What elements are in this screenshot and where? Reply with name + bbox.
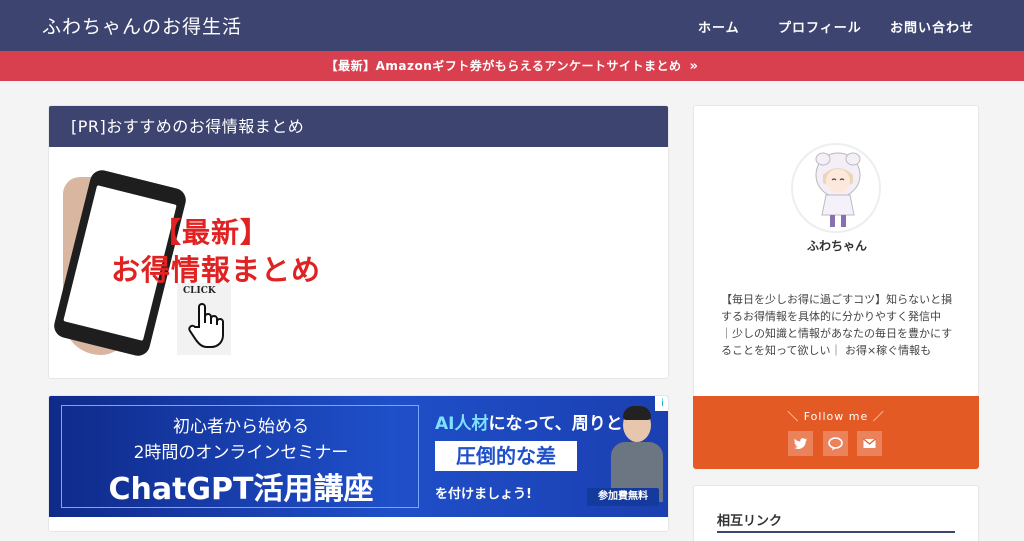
ad-info-icon[interactable]: i — [655, 396, 668, 411]
pointer-hand-icon — [188, 303, 224, 348]
nav-home[interactable]: ホーム — [698, 17, 740, 36]
ad-right-box: 圧倒的な差 — [435, 441, 577, 471]
avatar — [791, 143, 881, 233]
profile-description: 【毎日を少しお得に過ごすコツ】知らないと損するお得情報を具体的に分かりやすく発信… — [721, 293, 953, 357]
line-icon[interactable] — [823, 431, 848, 456]
links-title: 相互リンク — [717, 514, 783, 529]
ad-highlight: AI人材 — [435, 414, 489, 434]
ad-image[interactable]: 初心者から始める 2時間のオンラインセミナー ChatGPT活用講座 AI人材に… — [49, 396, 668, 517]
notice-text[interactable]: 【最新】Amazonギフト券がもらえるアンケートサイトまとめ — [326, 59, 682, 73]
promo-line-1: 【最新】 — [153, 216, 270, 249]
site-header: ふわちゃんのお得生活 ホーム プロフィール お問い合わせ — [0, 0, 1024, 51]
avatar-illustration — [815, 152, 861, 227]
profile-card: ふわちゃん 【毎日を少しお得に過ごすコツ】知らないと損するお得情報を具体的に分か… — [693, 105, 979, 396]
ad-right-line-1: AI人材になって、周りと — [435, 409, 623, 434]
ad-banner[interactable]: 初心者から始める 2時間のオンラインセミナー ChatGPT活用講座 AI人材に… — [48, 395, 669, 532]
ad-line-1: 初心者から始める — [173, 417, 309, 437]
ad-line-2: 2時間のオンラインセミナー — [133, 443, 349, 463]
nav-profile[interactable]: プロフィール — [778, 17, 862, 36]
links-widget: 相互リンク — [693, 485, 979, 541]
nav-contact[interactable]: お問い合わせ — [890, 17, 974, 36]
pr-card: [PR]おすすめのお得情報まとめ 【最新】 お得情報まとめ CLICK — [48, 105, 669, 379]
pr-banner[interactable]: 【最新】 お得情報まとめ CLICK — [49, 147, 668, 378]
follow-me-box: ＼ Follow me ／ — [693, 396, 979, 469]
follow-label: ＼ Follow me ／ — [787, 410, 885, 423]
pr-card-title: [PR]おすすめのお得情報まとめ — [49, 106, 668, 147]
site-title[interactable]: ふわちゃんのお得生活 — [42, 12, 242, 39]
ad-left-frame: 初心者から始める 2時間のオンラインセミナー ChatGPT活用講座 — [61, 405, 419, 508]
ad-right-line-3: を付けましょう! — [435, 487, 532, 502]
profile-name: ふわちゃん — [806, 239, 867, 253]
double-chevron-right-icon: » — [689, 59, 699, 74]
notice-bar[interactable]: 【最新】Amazonギフト券がもらえるアンケートサイトまとめ » — [0, 51, 1024, 81]
links-divider — [717, 531, 955, 533]
ad-right-rest: になって、周りと — [488, 414, 623, 434]
ad-line-3: ChatGPT活用講座 — [108, 472, 374, 507]
click-label: CLICK — [183, 286, 216, 296]
ad-badge: 参加費無料 — [587, 488, 659, 506]
mail-icon[interactable] — [857, 431, 882, 456]
twitter-icon[interactable] — [788, 431, 813, 456]
